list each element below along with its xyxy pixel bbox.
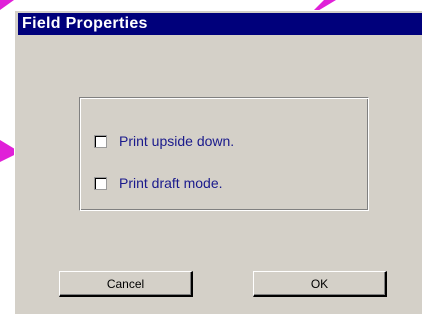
print-upside-down-label: Print upside down.	[119, 133, 235, 149]
title-bar[interactable]: Field Properties	[18, 13, 422, 35]
callout-pointer-icon	[0, 0, 14, 10]
print-upside-down-checkbox[interactable]	[94, 134, 107, 148]
print-upside-down-option[interactable]: Print upside down.	[94, 132, 234, 150]
field-properties-dialog: Field Properties Print upside down. Prin…	[14, 10, 422, 314]
print-draft-mode-label: Print draft mode.	[119, 175, 223, 191]
ok-button[interactable]: OK	[253, 271, 387, 297]
dialog-title: Field Properties	[22, 15, 148, 32]
print-draft-mode-checkbox[interactable]	[94, 176, 107, 190]
screenshot-stage: Field Properties Print upside down. Prin…	[0, 0, 422, 314]
cancel-button[interactable]: Cancel	[59, 271, 193, 297]
print-draft-mode-option[interactable]: Print draft mode.	[94, 174, 223, 192]
print-options-group: Print upside down. Print draft mode.	[79, 97, 369, 211]
